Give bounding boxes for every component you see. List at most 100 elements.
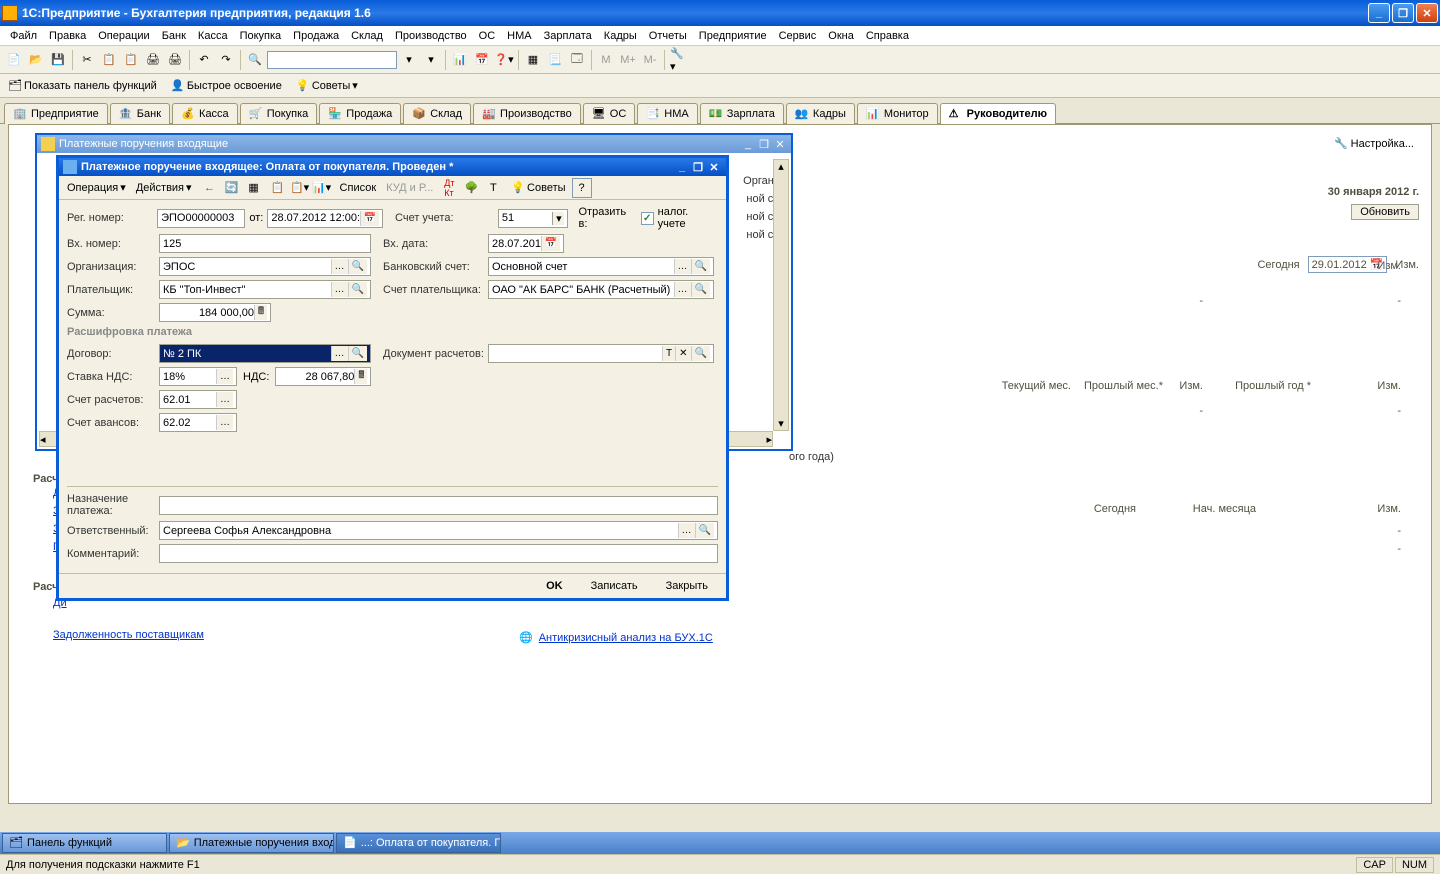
quick-start-button[interactable]: 👤Быстрое освоение [167,78,286,94]
tab-monitor[interactable]: 📊Монитор [857,103,938,124]
menu-windows[interactable]: Окна [822,28,860,44]
tab-company[interactable]: 🏢Предприятие [4,103,108,124]
payer-acct-input[interactable]: …🔍 [488,280,714,299]
clear-icon[interactable]: ✕ [675,346,690,361]
operation-dropdown[interactable]: Операция▾ [63,180,130,195]
search-icon[interactable]: 🔍 [691,259,710,274]
doc-calc-input[interactable]: T✕🔍 [488,344,714,363]
copy-icon[interactable]: 📋 [99,50,119,70]
calc-icon[interactable]: 🖩 [354,369,367,384]
report-icon[interactable]: 📊▾ [312,178,332,198]
tips-button[interactable]: 💡Советы ▾ [292,78,362,94]
ellipsis-icon[interactable]: … [216,392,233,407]
payer-input[interactable]: …🔍 [159,280,371,299]
tab-manager[interactable]: ⚠Руководителю [940,103,1056,124]
doc-icon[interactable]: 📃 [545,50,565,70]
ok-button[interactable]: OK [536,578,573,594]
print-preview-icon[interactable]: 🖨 [165,50,185,70]
tab-bank[interactable]: 🏦Банк [110,103,170,124]
wintab-list[interactable]: 📂Платежные поручения вход... [169,833,334,853]
panel-functions-button[interactable]: 🗂Показать панель функций [4,78,161,94]
settings-button[interactable]: 🔧Настройка... [1329,135,1419,152]
menu-service[interactable]: Сервис [773,28,823,44]
calendar-icon[interactable]: 📅 [541,236,560,251]
tree-icon[interactable]: 🌳 [461,178,481,198]
list-button[interactable]: Список [336,181,381,195]
wintab-doc[interactable]: 📄...: Оплата от покупателя. П... [336,833,501,853]
dt-kt-icon[interactable]: ДтКт [439,178,459,198]
comment-input[interactable] [159,544,718,563]
menu-cash[interactable]: Касса [192,28,234,44]
acct-adv-input[interactable]: … [159,413,237,432]
search-icon[interactable]: 🔍 [348,282,367,297]
search-icon[interactable]: 🔍 [695,523,714,538]
menu-help[interactable]: Справка [860,28,915,44]
tab-purchase[interactable]: 🛒Покупка [240,103,318,124]
calendar-icon[interactable]: 📅 [360,211,379,226]
refresh-icon[interactable]: 🔄 [222,178,242,198]
search-icon[interactable]: 🔍 [348,346,367,361]
text-icon[interactable]: T [483,178,503,198]
dlg-tips-button[interactable]: 💡Советы [507,180,569,195]
menu-warehouse[interactable]: Склад [345,28,389,44]
menu-nma[interactable]: НМА [501,28,537,44]
grid-icon[interactable]: ▦ [244,178,264,198]
paste-icon[interactable]: 📋 [121,50,141,70]
save-button[interactable]: Записать [581,578,648,594]
vat-input[interactable]: 🖩 [275,367,371,386]
search-combo[interactable] [267,51,397,69]
today-date-input[interactable]: 29.01.2012📅 [1308,256,1388,273]
grid-icon[interactable]: ▦ [523,50,543,70]
m-plus-icon[interactable]: M+ [618,50,638,70]
menu-salary[interactable]: Зарплата [538,28,598,44]
ellipsis-icon[interactable]: … [331,282,348,297]
dlg-maximize-button[interactable]: ❐ [690,160,706,174]
search-icon[interactable]: 🔍 [691,282,710,297]
dialog-titlebar[interactable]: Платежное поручение входящее: Оплата от … [59,158,726,176]
window-icon[interactable]: 🗔 [567,50,587,70]
minimize-button[interactable]: _ [1368,3,1390,23]
link-crisis[interactable]: Антикризисный анализ на БУХ.1С [539,632,713,644]
open-icon[interactable]: 📂 [26,50,46,70]
menu-operations[interactable]: Операции [92,28,155,44]
bg-minimize-button[interactable]: _ [741,137,755,151]
tab-staff[interactable]: 👥Кадры [786,103,855,124]
ellipsis-icon[interactable]: … [674,282,691,297]
help-icon[interactable]: ? [572,178,592,198]
menu-company[interactable]: Предприятие [693,28,773,44]
dlg-minimize-button[interactable]: _ [674,160,690,174]
menu-sale[interactable]: Продажа [287,28,345,44]
ellipsis-icon[interactable]: … [674,259,691,274]
tax-checkbox[interactable]: ✓ [641,212,654,225]
bg-scrollbar-v[interactable]: ▴ ▾ [773,159,789,431]
search-icon[interactable]: 🔍 [348,259,367,274]
nav-icon[interactable]: ▾ [399,50,419,70]
dlg-close-button[interactable]: ✕ [706,160,722,174]
tab-production[interactable]: 🏭Производство [473,103,581,124]
vat-rate-input[interactable]: … [159,367,237,386]
t-icon[interactable]: T [662,346,675,361]
account-select[interactable]: ▾ [498,209,569,228]
reg-number-input[interactable] [157,209,245,228]
refresh-button[interactable]: Обновить [1351,204,1419,220]
nav2-icon[interactable]: ▾ [421,50,441,70]
calc-icon[interactable]: 📊 [450,50,470,70]
resp-input[interactable]: …🔍 [159,521,718,540]
in-number-input[interactable] [159,234,371,253]
close-button[interactable]: ✕ [1416,3,1438,23]
sum-input[interactable]: 🖩 [159,303,271,322]
search-icon[interactable]: 🔍 [691,346,710,361]
menu-bank[interactable]: Банк [156,28,192,44]
tab-salary[interactable]: 💵Зарплата [700,103,784,124]
close-dialog-button[interactable]: Закрыть [656,578,718,594]
bg-close-button[interactable]: ✕ [773,137,787,151]
menu-file[interactable]: Файл [4,28,43,44]
cut-icon[interactable]: ✂ [77,50,97,70]
tab-warehouse[interactable]: 📦Склад [403,103,471,124]
calc-icon[interactable]: 🖩 [254,305,267,320]
reg-date-input[interactable]: 📅 [267,209,383,228]
bg-maximize-button[interactable]: ❐ [757,137,771,151]
bank-acct-input[interactable]: …🔍 [488,257,714,276]
new-icon[interactable]: 📄 [4,50,24,70]
tab-os[interactable]: 🖥ОС [583,103,636,124]
